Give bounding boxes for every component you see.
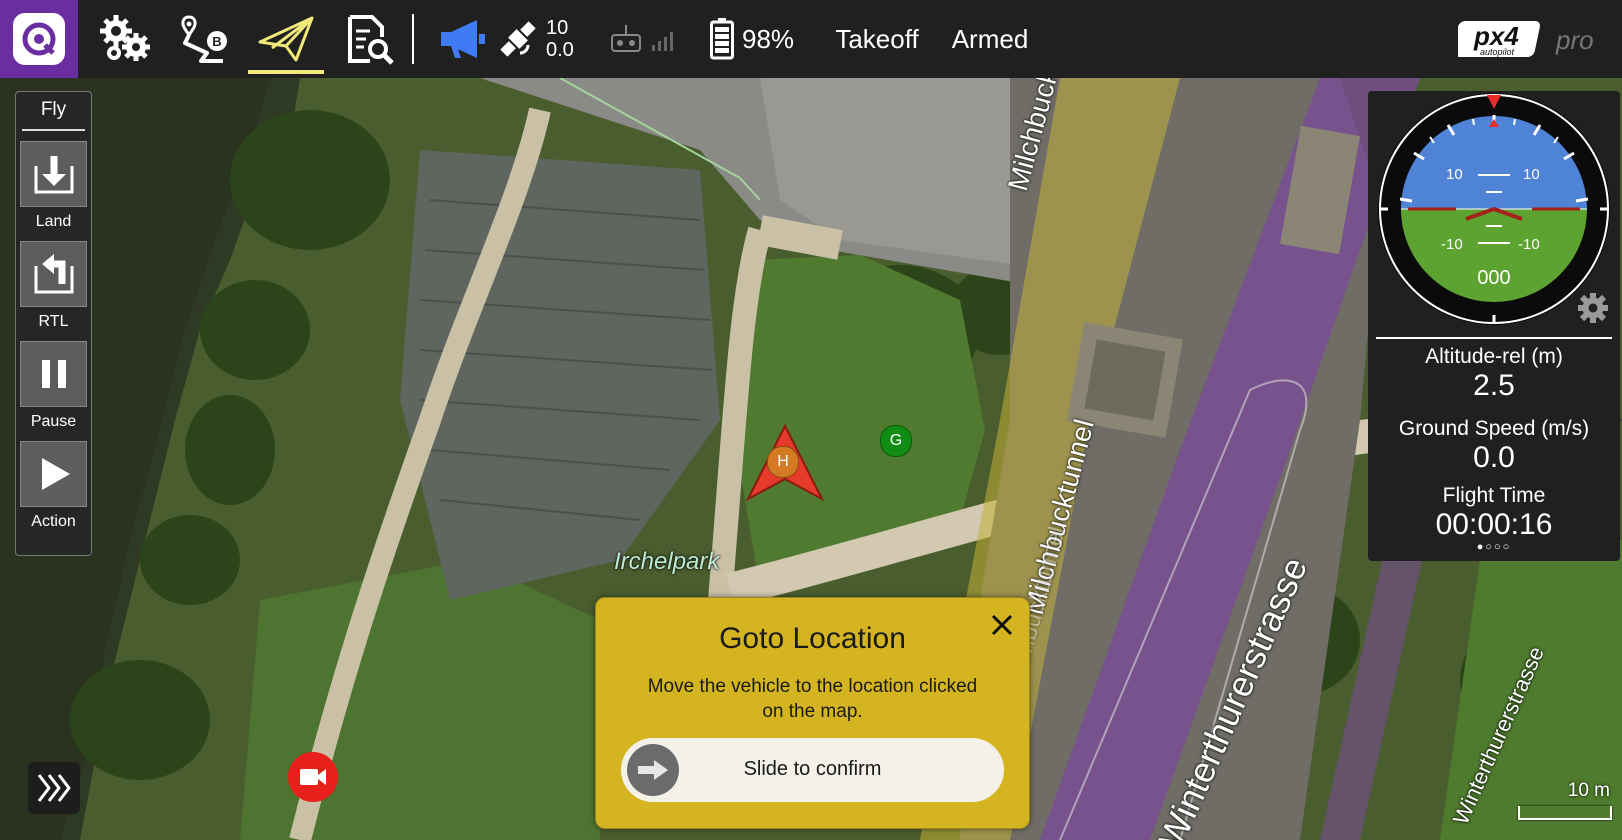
arm-status-label: Armed [951, 23, 1029, 54]
pitch-label-up-left: 10 [1446, 166, 1463, 183]
land-button-label: Land [35, 213, 72, 230]
return-arrow-icon [34, 254, 73, 294]
fly-view-selected-underline [248, 70, 324, 74]
document-search-icon [348, 15, 394, 65]
pitch-label-down-right: -10 [1518, 236, 1540, 253]
instrument-divider [1376, 337, 1612, 339]
app-menu-button[interactable] [0, 0, 78, 78]
ground-speed-value: 0.0 [1473, 441, 1515, 474]
analyze-view-button[interactable] [336, 0, 402, 78]
flight-time-value-group: Flight Time 00:00:16 [1368, 484, 1620, 542]
vehicle-setup-button[interactable] [90, 0, 160, 78]
page-indicator[interactable]: ●○○○ [1368, 541, 1620, 553]
arrow-right-icon [638, 760, 668, 780]
megaphone-icon [441, 20, 485, 58]
home-marker-label: H [777, 453, 789, 470]
pause-icon [41, 360, 66, 388]
ground-speed-value-group: Ground Speed (m/s) 0.0 [1368, 417, 1620, 475]
map-scale: 10 m [1518, 780, 1612, 830]
gps-hdop: 0.0 [546, 39, 574, 61]
gps-satellite-count: 10 [546, 17, 569, 39]
plan-view-button[interactable]: B [170, 0, 240, 78]
paper-plane-icon [258, 16, 314, 62]
goto-marker[interactable]: G [880, 425, 912, 457]
battery-percent: 98% [742, 23, 795, 54]
px4-brand-logo: px4 autopilot pro [1455, 0, 1620, 78]
instrument-panel: 10 10 -10 -10 000 Altitude-rel (m) 2.5 G… [1368, 91, 1620, 561]
altitude-rel-value-group: Altitude-rel (m) 2.5 [1368, 345, 1620, 403]
gears-icon [100, 15, 150, 61]
land-button[interactable]: Land [16, 141, 91, 231]
svg-text:pro: pro [1555, 25, 1594, 55]
rc-transmitter-icon [611, 25, 641, 52]
qgc-logo-icon [13, 13, 65, 65]
pause-button-label: Pause [30, 413, 77, 430]
gear-icon[interactable] [1576, 291, 1610, 325]
top-toolbar: B 10 0.0 98% Takeoff Armed px4 autopilot… [0, 0, 1622, 78]
map-scale-label: 10 m [1567, 780, 1610, 801]
svg-text:autopilot: autopilot [1480, 47, 1515, 57]
battery-icon [710, 18, 734, 60]
battery-indicator[interactable]: 98% [710, 0, 810, 78]
fly-tool-strip: Fly Land RTL Pause Action [15, 91, 92, 556]
pitch-label-down-left: -10 [1441, 236, 1463, 253]
expand-toolstrip-button[interactable] [28, 762, 80, 814]
signal-strength-icon [652, 32, 673, 51]
goto-marker-label: G [889, 432, 903, 449]
arm-status-button[interactable]: Armed [940, 0, 1040, 78]
satellite-icon [500, 21, 536, 57]
goto-dialog-description: Move the vehicle to the location clicked… [647, 676, 978, 722]
action-button[interactable]: Action [16, 441, 91, 531]
play-icon [41, 458, 70, 490]
altitude-rel-label: Altitude-rel (m) [1425, 345, 1563, 368]
slide-to-confirm-slider[interactable]: Slide to confirm [621, 738, 1004, 802]
heading-readout: 000 [1477, 267, 1511, 289]
fly-tool-strip-title: Fly [40, 99, 67, 120]
action-button-label: Action [31, 513, 76, 530]
pause-button[interactable]: Pause [16, 341, 91, 431]
map-label-park: Irchelpark [614, 548, 720, 575]
gps-status-indicator[interactable]: 10 0.0 [498, 0, 588, 78]
land-button-icon-box[interactable] [20, 141, 87, 207]
flight-mode-selector[interactable]: Takeoff [822, 0, 932, 78]
messages-button[interactable] [432, 0, 492, 78]
flight-mode-label: Takeoff [835, 23, 919, 54]
fly-view-button[interactable] [248, 0, 324, 78]
slide-to-confirm-knob[interactable] [627, 744, 679, 796]
ground-speed-label: Ground Speed (m/s) [1398, 417, 1590, 440]
plan-path-icon: B [181, 15, 227, 63]
flight-time-label: Flight Time [1442, 484, 1546, 507]
rtl-button-icon-box[interactable] [20, 241, 87, 307]
svg-text:B: B [212, 34, 221, 49]
pause-button-icon-box[interactable] [20, 341, 87, 407]
toolbar-divider [412, 14, 414, 64]
goto-dialog-title: Goto Location [719, 622, 906, 655]
map-scale-bar [1518, 806, 1612, 820]
rtl-button-label: RTL [38, 313, 69, 330]
altitude-rel-value: 2.5 [1473, 369, 1515, 402]
fly-tool-strip-divider [22, 129, 85, 131]
rtl-button[interactable]: RTL [16, 241, 91, 331]
video-record-button[interactable] [288, 752, 338, 802]
land-arrow-icon [34, 156, 73, 194]
close-icon[interactable] [989, 612, 1015, 638]
home-marker[interactable]: H [767, 446, 799, 478]
chevron-triple-right-icon [37, 774, 71, 802]
goto-location-dialog: Goto Location Move the vehicle to the lo… [595, 597, 1030, 829]
action-button-icon-box[interactable] [20, 441, 87, 507]
video-camera-icon [300, 769, 326, 785]
pitch-label-up-right: 10 [1523, 166, 1540, 183]
rc-status-indicator[interactable] [610, 0, 690, 78]
flight-time-value: 00:00:16 [1435, 508, 1553, 541]
